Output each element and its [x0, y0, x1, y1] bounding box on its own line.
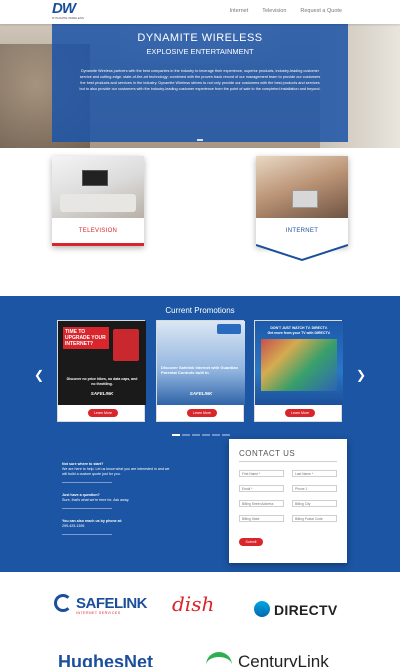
directv-wordmark: DIRECTV [274, 602, 338, 618]
service-card-label: TELEVISION [78, 228, 118, 234]
logo-mark: DW [52, 0, 76, 17]
carousel-dot[interactable] [222, 434, 230, 436]
email-field[interactable] [239, 485, 284, 492]
carousel-dot[interactable] [182, 434, 190, 436]
hero-slide-indicator[interactable] [197, 139, 203, 141]
promo-headline: Discover Safelink Internet with Guardian… [161, 365, 238, 375]
contact-section: Not sure where to start? We are here to … [0, 439, 400, 572]
promo-image: DON'T JUST WATCH TV. DIRECTV. Get more f… [255, 321, 343, 405]
contact-answer-2: Sure, that's what we're here for. Ask aw… [62, 498, 130, 502]
chevron-down-icon [256, 244, 348, 262]
safelink-logo: SAFELINK [90, 391, 114, 396]
dish-logo[interactable]: dish [172, 592, 214, 616]
promo-headline-text: DON'T JUST WATCH TV. DIRECTV. [270, 326, 328, 330]
service-card-label: INTERNET [285, 228, 319, 234]
contact-info: Not sure where to start? We are here to … [62, 462, 172, 545]
centurylink-arc-icon [206, 652, 232, 666]
hughesnet-logo[interactable]: HughesNet [58, 652, 153, 667]
carousel-dot[interactable] [172, 434, 180, 436]
promo-card[interactable]: Discover Safelink Internet with Guardian… [156, 320, 245, 422]
promo-badge [217, 324, 241, 334]
submit-button[interactable]: Submit [239, 538, 263, 546]
divider [62, 503, 112, 509]
contact-question-2: Just have a question? [62, 493, 100, 497]
safelink-logo: SAFELINK [189, 391, 213, 396]
divider [62, 477, 112, 483]
promo-detail: Get more from your TV with DIRECTV. [267, 330, 331, 335]
promo-headline: TIME TO UPGRADE YOUR INTERNET? [63, 327, 109, 349]
hero-body: Dynamite Wireless partners with the best… [79, 69, 321, 91]
billing-street-field[interactable] [239, 500, 284, 507]
contact-question-1: Not sure where to start? [62, 462, 104, 466]
billing-postal-field[interactable] [292, 515, 337, 522]
laptop-shape [292, 190, 318, 208]
partner-logos: SAFELINK INTERNET SERVICES dish DIRECTV … [0, 572, 400, 667]
hero-title: DYNAMITE WIRELESS [137, 32, 263, 44]
nav-television[interactable]: Television [262, 8, 286, 14]
learn-more-button[interactable]: Learn More [285, 409, 315, 417]
safelink-circle-icon [54, 594, 72, 612]
promo-headline: DON'T JUST WATCH TV. DIRECTV. Get more f… [259, 326, 339, 335]
contact-phone[interactable]: 299-425-1395 [62, 524, 84, 528]
promo-card[interactable]: TIME TO UPGRADE YOUR INTERNET? Discover … [57, 320, 146, 422]
last-name-field[interactable] [292, 470, 337, 477]
tv-set-shape [82, 170, 108, 186]
sofa-shape [60, 194, 136, 212]
promo-image: TIME TO UPGRADE YOUR INTERNET? Discover … [58, 321, 146, 405]
contact-form: CONTACT US Submit [229, 439, 347, 563]
centurylink-wordmark: CenturyLink [238, 652, 329, 667]
promotions-title: Current Promotions [165, 306, 235, 315]
safelink-wordmark: SAFELINK [76, 595, 148, 612]
carousel-next-icon[interactable]: ❯ [356, 368, 366, 382]
promotions-section: Current Promotions ❮ ❯ TIME TO UPGRADE Y… [0, 296, 400, 446]
internet-photo [256, 156, 348, 218]
carousel-dot[interactable] [212, 434, 220, 436]
billing-state-field[interactable] [239, 515, 284, 522]
television-photo [52, 156, 144, 218]
promo-image: Discover Safelink Internet with Guardian… [157, 321, 245, 405]
contact-answer-1: We are here to help. Let us know what yo… [62, 467, 170, 476]
contact-form-title: CONTACT US [239, 449, 296, 458]
safelink-tagline: INTERNET SERVICES [76, 611, 121, 615]
directv-globe-icon [254, 601, 270, 617]
nav-request-quote[interactable]: Request a Quote [300, 8, 342, 14]
hero-overlay: DYNAMITE WIRELESS EXPLOSIVE ENTERTAINMEN… [52, 20, 348, 142]
service-card-internet[interactable]: INTERNET [256, 156, 348, 246]
tv-channels-collage [261, 339, 337, 391]
logo[interactable]: DW DYNAMITE WIRELESS [52, 0, 94, 22]
carousel-dot[interactable] [192, 434, 200, 436]
main-nav: Internet Television Request a Quote [230, 8, 342, 14]
first-name-field[interactable] [239, 470, 284, 477]
billing-city-field[interactable] [292, 500, 337, 507]
carousel-dot[interactable] [202, 434, 210, 436]
service-card-television[interactable]: TELEVISION [52, 156, 144, 246]
contact-question-3: You can also reach us by phone at: [62, 519, 123, 523]
hero-subtitle: EXPLOSIVE ENTERTAINMENT [146, 47, 254, 56]
carousel-prev-icon[interactable]: ❮ [34, 368, 44, 382]
phone-field[interactable] [292, 485, 337, 492]
site-header: DW DYNAMITE WIRELESS Internet Television… [0, 0, 400, 24]
carousel-dots [172, 434, 230, 436]
learn-more-button[interactable]: Learn More [187, 409, 217, 417]
promo-card[interactable]: DON'T JUST WATCH TV. DIRECTV. Get more f… [254, 320, 343, 422]
logo-text: DYNAMITE WIRELESS [52, 16, 84, 20]
promo-detail: Discover no price hikes, no data caps, a… [66, 377, 138, 386]
learn-more-button[interactable]: Learn More [88, 409, 118, 417]
router-image [113, 329, 139, 361]
nav-internet[interactable]: Internet [230, 8, 249, 14]
divider [239, 461, 337, 462]
divider [62, 529, 112, 535]
